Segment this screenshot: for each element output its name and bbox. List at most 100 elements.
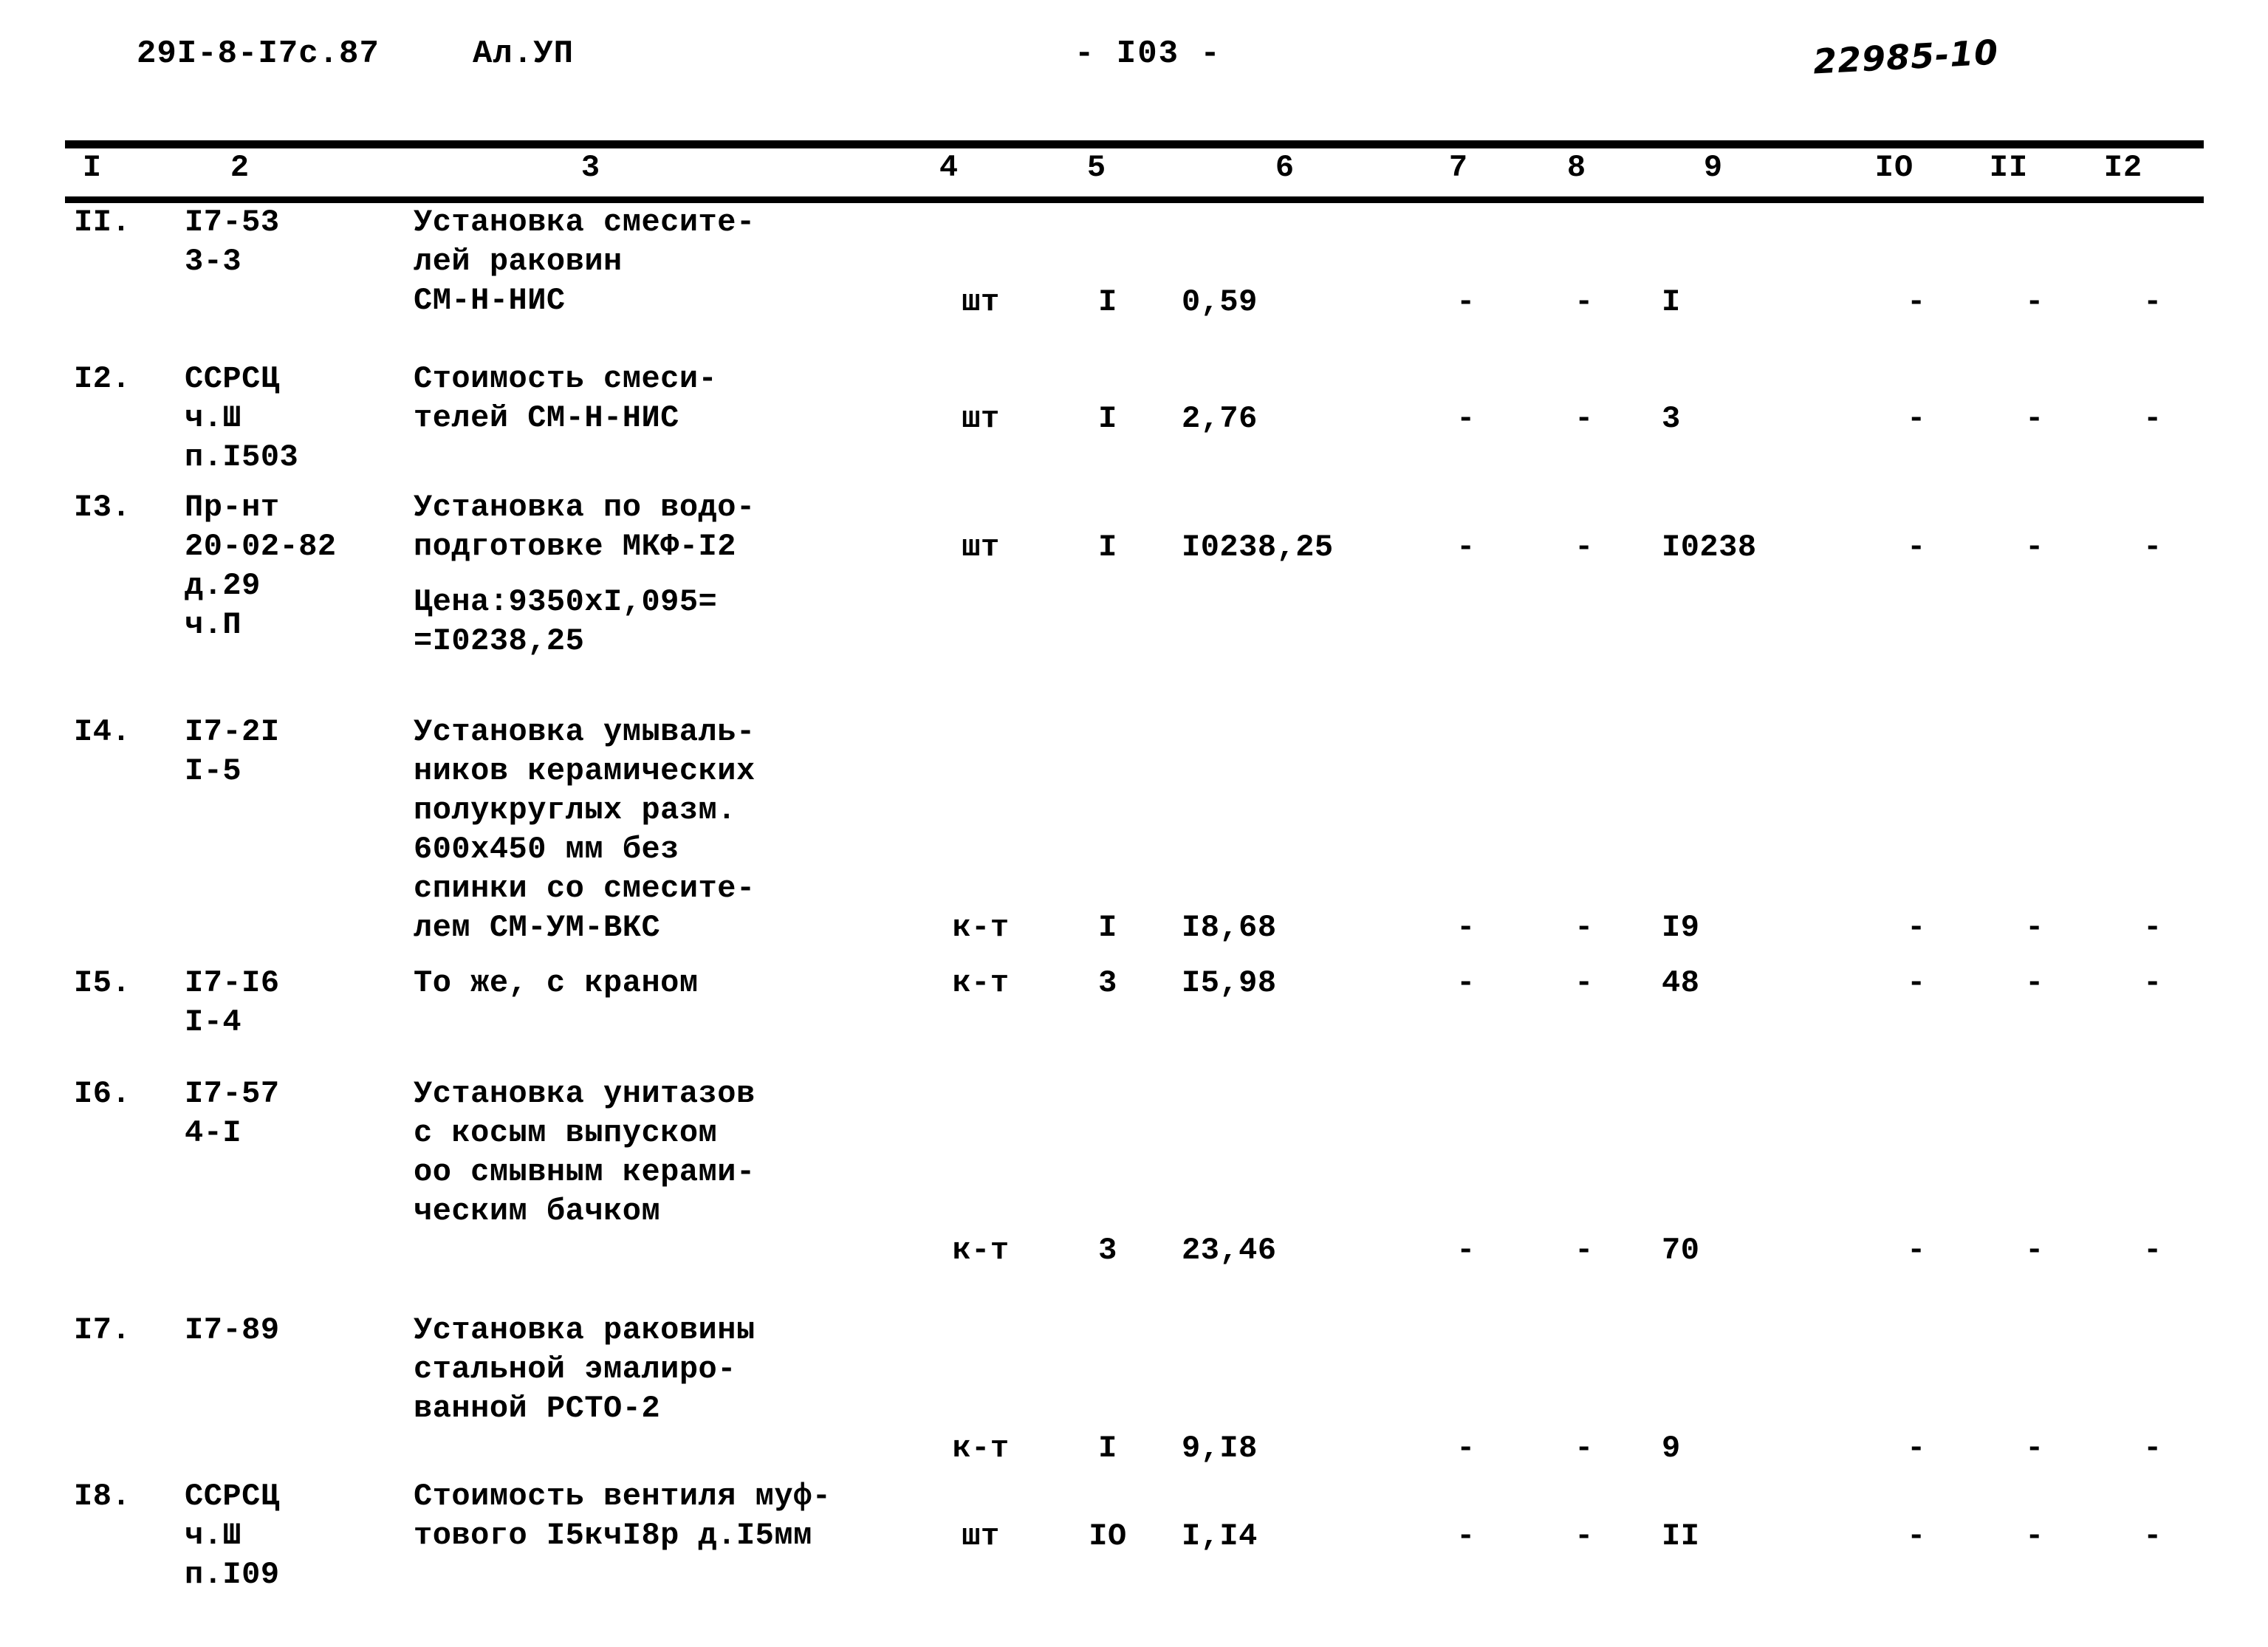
row-col12-cell: - xyxy=(2143,1431,2162,1466)
table-row: I8. ССРСЦ ч.Ш п.I09 Стоимость вентиля муф-… xyxy=(0,1477,2268,1647)
row-col9-cell: 70 xyxy=(1662,1233,1700,1268)
row-col7-cell: - xyxy=(1456,910,1476,945)
row-col12-cell: - xyxy=(2143,530,2162,565)
row-code-cell: ССРСЦ ч.Ш п.I503 xyxy=(185,361,299,475)
row-price-cell: I8,68 xyxy=(1182,910,1277,945)
page-number: - I03 - xyxy=(1075,35,1222,72)
column-number-1: I xyxy=(82,150,103,185)
column-number-9: 9 xyxy=(1703,150,1724,185)
row-code-cell: I7-53 3-3 xyxy=(185,205,280,279)
document-code: 29I-8-I7c.87 xyxy=(137,35,380,72)
row-index-cell: I6. xyxy=(74,1076,131,1112)
row-price-cell: I,I4 xyxy=(1182,1518,1258,1554)
column-number-8: 8 xyxy=(1566,150,1587,185)
row-code-cell: I7-89 xyxy=(185,1312,280,1348)
row-col7-cell: - xyxy=(1456,1233,1476,1268)
row-col8-cell: - xyxy=(1575,1431,1594,1466)
row-code-cell: I7-57 4-I xyxy=(185,1076,280,1151)
row-col9-cell: I0238 xyxy=(1662,530,1757,565)
row-price-cell: 9,I8 xyxy=(1182,1431,1258,1466)
row-col7-cell: - xyxy=(1456,530,1476,565)
row-description-cell: Установка по водо- подготовке МКФ-I2 Цена… xyxy=(414,488,931,661)
row-col12-cell: - xyxy=(2143,284,2162,320)
row-col7-cell: - xyxy=(1456,1518,1476,1554)
row-unit-cell: к-т xyxy=(952,965,1010,1001)
row-description-cell: То же, с краном xyxy=(414,965,699,1001)
row-col10-cell: - xyxy=(1907,1233,1926,1268)
row-col11-cell: - xyxy=(2025,1233,2044,1268)
row-col11-cell: - xyxy=(2025,401,2044,436)
row-index-cell: I7. xyxy=(74,1312,131,1348)
table-body: II. I7-53 3-3 Установка смесите- лей раков… xyxy=(0,203,2268,1647)
row-col8-cell: - xyxy=(1575,965,1594,1001)
table-row: I4. I7-2I I-5 Установка умываль- ников кер… xyxy=(0,713,2268,964)
row-col12-cell: - xyxy=(2143,965,2162,1001)
column-number-10: IO xyxy=(1874,150,1914,185)
row-col8-cell: - xyxy=(1575,284,1594,320)
row-unit-cell: к-т xyxy=(952,1431,1010,1466)
row-col11-cell: - xyxy=(2025,530,2044,565)
row-description-cell: Установка раковины стальной эмалиро- ван… xyxy=(414,1312,756,1426)
row-description-note: Цена:9350xI,095= =I0238,25 xyxy=(414,584,718,659)
table-row: I5. I7-I6 I-4 То же, с краном к-т 3 I5,98 - - 48… xyxy=(0,964,2268,1075)
column-number-3: 3 xyxy=(580,150,601,185)
row-col7-cell: - xyxy=(1456,284,1476,320)
row-col11-cell: - xyxy=(2025,1518,2044,1554)
row-unit-cell: шт xyxy=(962,401,1000,436)
row-col8-cell: - xyxy=(1575,1518,1594,1554)
row-col12-cell: - xyxy=(2143,1233,2162,1268)
row-col10-cell: - xyxy=(1907,965,1926,1001)
table-row: I2. ССРСЦ ч.Ш п.I503 Стоимость смеси- теле… xyxy=(0,360,2268,488)
row-col8-cell: - xyxy=(1575,530,1594,565)
row-quantity-cell: I xyxy=(1098,530,1117,565)
row-unit-cell: шт xyxy=(962,530,1000,565)
handwritten-stamp: 22985-10 xyxy=(1812,32,2000,82)
table-row: I3. Пр-нт 20-02-82 д.29 ч.П Установка по в… xyxy=(0,488,2268,713)
album-label: Ал.УП xyxy=(473,35,575,72)
row-col10-cell: - xyxy=(1907,1431,1926,1466)
row-unit-cell: шт xyxy=(962,284,1000,320)
row-col12-cell: - xyxy=(2143,401,2162,436)
row-index-cell: I4. xyxy=(74,714,131,750)
row-col7-cell: - xyxy=(1456,965,1476,1001)
row-col8-cell: - xyxy=(1575,910,1594,945)
row-price-cell: 2,76 xyxy=(1182,401,1258,436)
row-quantity-cell: I xyxy=(1098,910,1117,945)
row-unit-cell: к-т xyxy=(952,1233,1010,1268)
row-index-cell: II. xyxy=(74,205,131,240)
row-code-cell: I7-2I I-5 xyxy=(185,714,280,789)
row-index-cell: I2. xyxy=(74,361,131,397)
row-col9-cell: II xyxy=(1662,1518,1700,1554)
row-col7-cell: - xyxy=(1456,1431,1476,1466)
row-col10-cell: - xyxy=(1907,401,1926,436)
row-col12-cell: - xyxy=(2143,1518,2162,1554)
row-description-cell: Стоимость вентиля муф- тового I5кчI8р д.… xyxy=(414,1479,832,1553)
row-quantity-cell: 3 xyxy=(1098,965,1117,1001)
column-number-2: 2 xyxy=(230,150,250,185)
table-row: I6. I7-57 4-I Установка унитазов с косым в… xyxy=(0,1075,2268,1311)
table-header-rule xyxy=(65,196,2204,203)
row-price-cell: I5,98 xyxy=(1182,965,1277,1001)
row-price-cell: I0238,25 xyxy=(1182,530,1334,565)
row-unit-cell: шт xyxy=(962,1518,1000,1554)
table-column-numbers: I 2 3 4 5 6 7 8 9 IO II I2 xyxy=(0,150,2268,194)
row-quantity-cell: I xyxy=(1098,284,1117,320)
column-number-11: II xyxy=(1989,150,2029,185)
row-col8-cell: - xyxy=(1575,401,1594,436)
row-col10-cell: - xyxy=(1907,530,1926,565)
column-number-4: 4 xyxy=(939,150,959,185)
row-quantity-cell: IO xyxy=(1089,1518,1127,1554)
row-col11-cell: - xyxy=(2025,910,2044,945)
row-col11-cell: - xyxy=(2025,1431,2044,1466)
row-description-cell: Стоимость смеси- телей СМ-Н-НИС xyxy=(414,361,718,436)
row-col9-cell: 9 xyxy=(1662,1431,1681,1466)
column-number-5: 5 xyxy=(1086,150,1107,185)
column-number-12: I2 xyxy=(2103,150,2143,185)
document-page: 29I-8-I7c.87 Ал.УП - I03 - 22985-10 I234… xyxy=(0,0,2268,1592)
column-number-6: 6 xyxy=(1275,150,1295,185)
row-unit-cell: к-т xyxy=(952,910,1010,945)
row-col7-cell: - xyxy=(1456,401,1476,436)
row-quantity-cell: I xyxy=(1098,401,1117,436)
row-code-cell: ССРСЦ ч.Ш п.I09 xyxy=(185,1479,280,1592)
table-top-rule xyxy=(65,140,2204,148)
